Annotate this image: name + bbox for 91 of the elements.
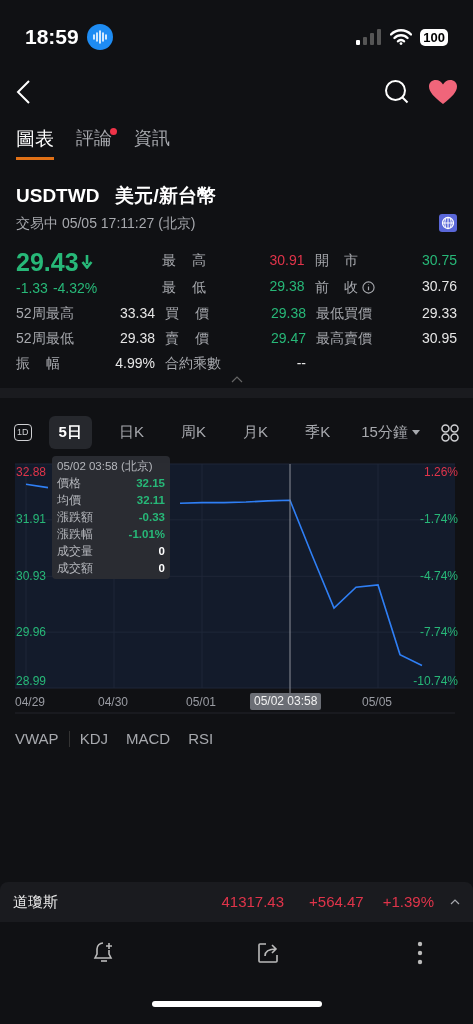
tooltip-label: 價格 xyxy=(57,475,81,491)
percent-label: -10.74% xyxy=(413,673,458,688)
tab[interactable]: 評論 xyxy=(76,125,112,160)
instrument-symbol: USDTWD xyxy=(16,184,100,208)
stat-value: -- xyxy=(296,353,306,373)
search-icon[interactable] xyxy=(384,79,410,105)
clock-time: 18:59 xyxy=(25,24,79,51)
caret-icon xyxy=(411,430,420,435)
tooltip-value: 0 xyxy=(158,543,165,559)
ticker-bar[interactable]: 道瓊斯 41317.43 +564.47 +1.39% xyxy=(0,882,473,922)
tooltip-value: 32.15 xyxy=(136,475,165,491)
period-tab[interactable]: 5日 xyxy=(48,416,92,449)
audio-wave-icon xyxy=(86,24,113,50)
period-tab[interactable]: 周K xyxy=(171,416,217,449)
percent-label: -4.74% xyxy=(419,568,458,583)
tooltip-value: -1.01% xyxy=(128,526,165,542)
index-price: 41317.43 xyxy=(221,891,285,912)
stat-value: 30.75 xyxy=(421,250,457,270)
instrument-name: 美元/新台幣 xyxy=(115,184,216,208)
wifi-icon xyxy=(390,29,413,45)
battery-level: 100 xyxy=(420,28,448,46)
price-change-percent: -4.32% xyxy=(52,278,98,298)
last-price: 29.43 xyxy=(16,247,79,276)
indicator-tab[interactable]: MACD xyxy=(125,727,181,750)
percent-label: -7.74% xyxy=(419,624,458,639)
stat-value: 4.99% xyxy=(115,353,155,373)
index-change: +564.47 xyxy=(309,891,364,912)
tooltip-label: 成交量 xyxy=(57,543,93,559)
percent-label: 1.26% xyxy=(423,464,458,479)
stat-label: 前 收 xyxy=(314,277,359,297)
stat-value: 29.33 xyxy=(421,303,457,323)
period-tab[interactable]: 季K xyxy=(295,416,341,449)
stat-value: 29.38 xyxy=(270,303,306,323)
tooltip-label: 均價 xyxy=(57,492,81,508)
trading-status: 交易中 05/05 17:11:27 (北京) xyxy=(16,213,196,233)
tooltip-value: 32.11 xyxy=(136,492,165,508)
percent-label: -1.74% xyxy=(419,512,458,527)
axis-label: 04/30 xyxy=(98,694,129,709)
back-icon[interactable] xyxy=(15,79,33,105)
tab[interactable]: 圖表 xyxy=(16,124,54,160)
axis-label: 04/29 xyxy=(15,694,46,709)
stat-label: 最低買價 xyxy=(316,303,372,323)
signal-icon xyxy=(356,29,383,45)
tooltip-title: 05/02 03:58 (北京) xyxy=(57,458,154,474)
stat-value: 30.91 xyxy=(269,250,305,270)
stat-label: 買 價 xyxy=(165,303,209,323)
stat-value: 29.47 xyxy=(270,328,306,348)
stat-label: 52周最高 xyxy=(16,303,74,323)
stat-value: 29.38 xyxy=(269,277,305,296)
index-change-percent: +1.39% xyxy=(382,891,434,912)
tooltip-value: 0 xyxy=(158,560,165,576)
stat-label: 52周最低 xyxy=(16,328,74,348)
axis-label: 32.88 xyxy=(16,464,47,479)
stat-label: 最 低 xyxy=(162,277,206,297)
axis-label: 31.91 xyxy=(16,512,47,527)
crosshair-label: 05/02 03:58 xyxy=(250,692,322,710)
tab[interactable]: 資訊 xyxy=(134,125,170,160)
stat-label: 振 幅 xyxy=(16,353,60,373)
collapse-icon[interactable] xyxy=(230,375,243,383)
period-tab[interactable]: 1D xyxy=(14,424,32,441)
stat-value: 29.38 xyxy=(119,328,155,348)
heart-icon[interactable] xyxy=(428,79,458,105)
interval-dropdown[interactable]: 15分鐘 xyxy=(357,417,424,448)
tooltip-label: 成交額 xyxy=(57,560,93,576)
stat-value: 30.76 xyxy=(421,277,457,296)
stat-value: 30.95 xyxy=(421,328,457,348)
stat-value: 33.34 xyxy=(119,303,155,323)
price-change: -1.33 xyxy=(16,278,48,298)
expand-icon[interactable] xyxy=(450,899,460,905)
index-name: 道瓊斯 xyxy=(13,891,59,912)
stat-label: 最高賣價 xyxy=(316,328,372,348)
indicator-tab[interactable]: RSI xyxy=(188,727,224,750)
period-tab[interactable]: 月K xyxy=(233,416,279,449)
tooltip-label: 漲跌幅 xyxy=(57,526,93,542)
stat-label: 賣 價 xyxy=(165,328,209,348)
indicator-tab[interactable]: VWAP xyxy=(15,727,69,750)
more-icon[interactable] xyxy=(417,941,423,965)
axis-label: 29.96 xyxy=(16,624,47,639)
grid-icon[interactable] xyxy=(440,423,459,442)
stat-label: 最 高 xyxy=(162,251,206,271)
period-tab[interactable]: 日K xyxy=(108,416,154,449)
stat-label: 合約乘數 xyxy=(165,353,221,373)
axis-label: 05/05 xyxy=(362,694,393,709)
globe-icon xyxy=(439,214,457,232)
axis-label: 05/01 xyxy=(186,694,217,709)
axis-label: 28.99 xyxy=(16,673,47,688)
indicator-tab[interactable]: KDJ xyxy=(79,727,118,750)
axis-label: 30.93 xyxy=(16,568,47,583)
stat-label: 開 市 xyxy=(314,251,359,271)
tooltip-label: 漲跌額 xyxy=(57,509,93,525)
tooltip-value: -0.33 xyxy=(138,509,165,525)
